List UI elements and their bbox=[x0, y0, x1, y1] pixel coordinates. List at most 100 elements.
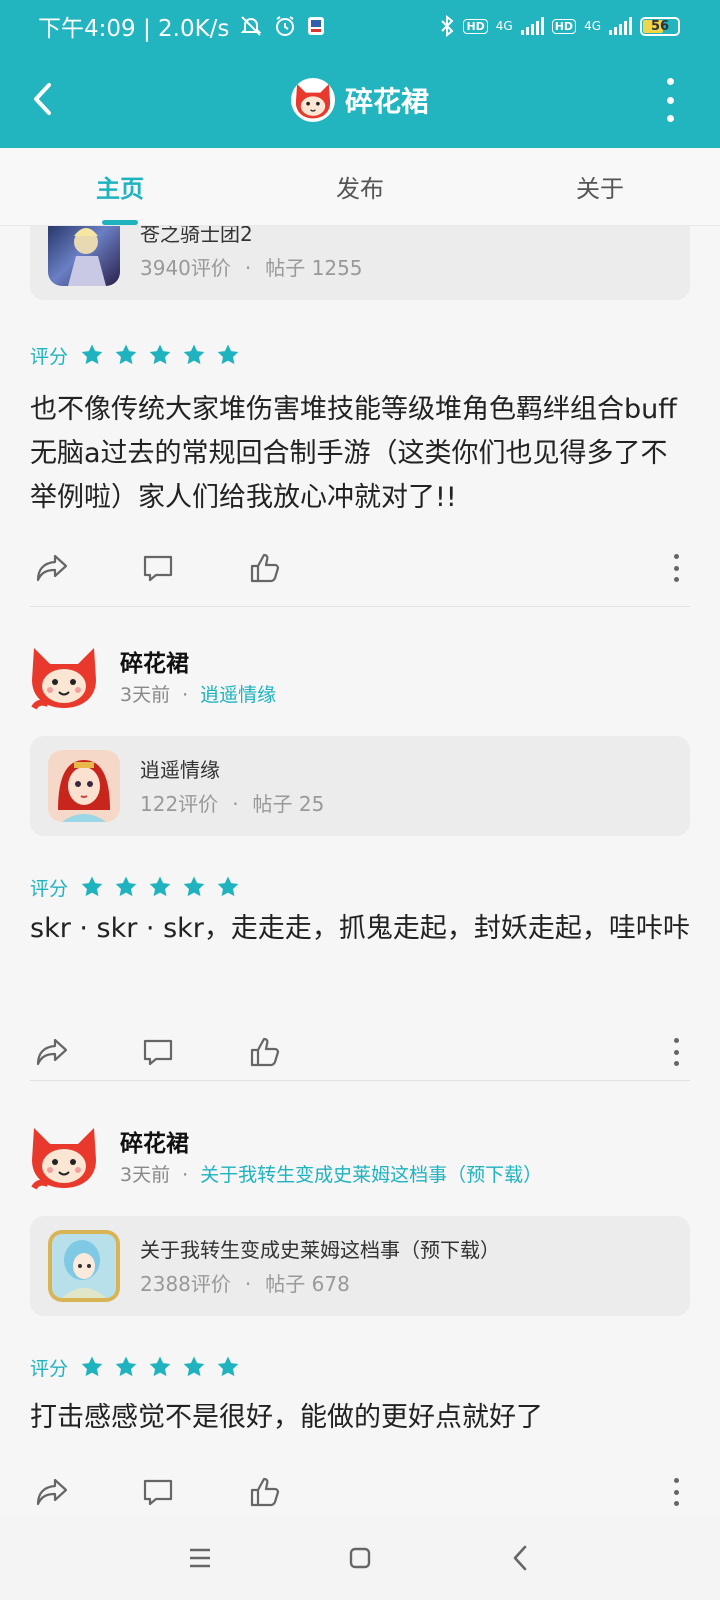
like-button[interactable] bbox=[244, 1032, 284, 1072]
thumbs-up-icon bbox=[250, 553, 280, 583]
more-dot bbox=[666, 115, 674, 122]
game-name: 关于我转生变成史莱姆这档事（预下载） bbox=[140, 1238, 500, 1262]
tab-about[interactable]: 关于 bbox=[480, 148, 720, 225]
star-icon bbox=[81, 1356, 103, 1377]
tab-publish[interactable]: 发布 bbox=[240, 148, 480, 225]
comment-button[interactable] bbox=[138, 1472, 178, 1512]
like-button[interactable] bbox=[244, 548, 284, 588]
header-title-group: 碎花裙 bbox=[290, 78, 429, 122]
post-time: 3天前 bbox=[120, 684, 171, 706]
comment-icon bbox=[143, 555, 173, 582]
author-name[interactable]: 碎花裙 bbox=[120, 1124, 189, 1158]
star-icon bbox=[217, 876, 239, 897]
system-nav-bar bbox=[0, 1516, 720, 1600]
status-left: 下午4:09 | 2.0K/s bbox=[38, 9, 325, 43]
star-icon bbox=[217, 1356, 239, 1377]
fox-avatar-icon bbox=[31, 1128, 96, 1190]
signal-icon bbox=[520, 17, 544, 35]
rating-row: 评分 bbox=[30, 1352, 240, 1382]
square-icon bbox=[349, 1547, 371, 1569]
app-notification-icon bbox=[308, 17, 325, 35]
review-text[interactable]: 打击感感觉不是很好，能做的更好点就好了 bbox=[30, 1396, 690, 1440]
star-icon bbox=[115, 876, 137, 897]
more-dot bbox=[666, 78, 674, 85]
star-icon bbox=[217, 344, 239, 365]
signal-icon-2 bbox=[609, 17, 632, 35]
post-divider bbox=[30, 1080, 690, 1081]
game-rating-count: 122评价 bbox=[140, 792, 219, 816]
post-actions bbox=[0, 548, 720, 588]
review-feed[interactable]: 苍之骑士团2 3940评价 · 帖子 1255 评分 也不像传统大家堆伤害堆技能等级… bbox=[0, 226, 720, 1516]
game-rating-count: 2388评价 bbox=[140, 1272, 231, 1296]
alarm-icon bbox=[276, 16, 295, 36]
network-type: 4G bbox=[495, 19, 513, 33]
author-meta: 3天前 · 关于我转生变成史莱姆这档事（预下载） bbox=[120, 1164, 543, 1186]
avatar[interactable] bbox=[28, 640, 100, 712]
share-button[interactable] bbox=[32, 548, 72, 588]
game-card[interactable]: 关于我转生变成史莱姆这档事（预下载） 2388评价 · 帖子 678 bbox=[30, 1216, 690, 1316]
star-icon bbox=[149, 1356, 171, 1377]
game-link[interactable]: 逍遥情缘 bbox=[200, 684, 276, 706]
author-row: 碎花裙 3天前 · 关于我转生变成史莱姆这档事（预下载） bbox=[28, 1120, 688, 1200]
game-icon bbox=[48, 750, 120, 822]
star-rating bbox=[80, 875, 240, 899]
share-icon bbox=[36, 1478, 68, 1506]
chevron-left-icon bbox=[513, 1545, 527, 1571]
game-icon bbox=[48, 226, 120, 286]
game-name: 逍遥情缘 bbox=[140, 758, 220, 782]
like-button[interactable] bbox=[244, 1472, 284, 1512]
comment-icon bbox=[143, 1479, 173, 1506]
share-icon bbox=[36, 1038, 68, 1066]
author-name[interactable]: 碎花裙 bbox=[120, 644, 189, 678]
home-button[interactable] bbox=[330, 1528, 390, 1588]
rating-label: 评分 bbox=[30, 1357, 69, 1380]
status-time: 下午4:09 | 2.0K/s bbox=[38, 16, 230, 42]
star-icon bbox=[183, 1356, 205, 1377]
rating-label: 评分 bbox=[30, 877, 69, 900]
hd-badge-2: HD bbox=[551, 18, 577, 34]
post-more-button[interactable] bbox=[666, 1472, 686, 1512]
post-divider bbox=[30, 606, 690, 607]
game-stats: 3940评价 · 帖子 1255 bbox=[140, 256, 363, 280]
post-actions bbox=[0, 1032, 720, 1072]
game-icon bbox=[48, 1230, 120, 1302]
star-icon bbox=[149, 344, 171, 365]
game-stats: 2388评价 · 帖子 678 bbox=[140, 1272, 350, 1296]
status-right: HD 4G HD 4G 56 bbox=[439, 15, 680, 37]
post-more-button[interactable] bbox=[666, 1032, 686, 1072]
review-text[interactable]: 也不像传统大家堆伤害堆技能等级堆角色羁绊组合buff无脑a过去的常规回合制手游（… bbox=[30, 388, 690, 520]
game-post-count: 帖子 678 bbox=[265, 1272, 350, 1296]
tab-home[interactable]: 主页 bbox=[0, 148, 240, 225]
more-options-button[interactable] bbox=[660, 78, 680, 122]
author-row: 碎花裙 3天前 · 逍遥情缘 bbox=[28, 640, 688, 720]
post-time: 3天前 bbox=[120, 1164, 171, 1186]
menu-icon bbox=[190, 1548, 210, 1568]
share-button[interactable] bbox=[32, 1032, 72, 1072]
star-rating bbox=[80, 1355, 240, 1379]
fox-avatar-icon bbox=[295, 84, 331, 119]
page-title: 碎花裙 bbox=[344, 85, 429, 118]
avatar[interactable] bbox=[28, 1120, 100, 1192]
status-bar: 下午4:09 | 2.0K/s HD 4G HD 4G 56 bbox=[0, 0, 720, 52]
bluetooth-icon bbox=[441, 15, 454, 37]
rating-row: 评分 bbox=[30, 340, 240, 370]
app-bar: 碎花裙 bbox=[0, 52, 720, 148]
review-text[interactable]: skr · skr · skr，走走走，抓鬼走起，封妖走起，哇咔咔 bbox=[30, 906, 690, 952]
hd-badge: HD bbox=[463, 18, 488, 34]
back-button[interactable] bbox=[22, 74, 62, 124]
recent-apps-button[interactable] bbox=[170, 1528, 230, 1588]
comment-button[interactable] bbox=[138, 548, 178, 588]
share-button[interactable] bbox=[32, 1472, 72, 1512]
system-back-button[interactable] bbox=[490, 1528, 550, 1588]
comment-icon bbox=[143, 1039, 173, 1066]
game-card[interactable]: 苍之骑士团2 3940评价 · 帖子 1255 bbox=[30, 226, 690, 300]
chevron-left-icon bbox=[34, 83, 51, 115]
rating-row: 评分 bbox=[30, 872, 240, 902]
share-icon bbox=[36, 554, 68, 582]
game-link[interactable]: 关于我转生变成史莱姆这档事（预下载） bbox=[200, 1164, 542, 1186]
post-more-button[interactable] bbox=[666, 548, 686, 588]
game-stats: 122评价 · 帖子 25 bbox=[140, 792, 325, 816]
comment-button[interactable] bbox=[138, 1032, 178, 1072]
rating-label: 评分 bbox=[30, 345, 69, 368]
game-card[interactable]: 逍遥情缘 122评价 · 帖子 25 bbox=[30, 736, 690, 836]
